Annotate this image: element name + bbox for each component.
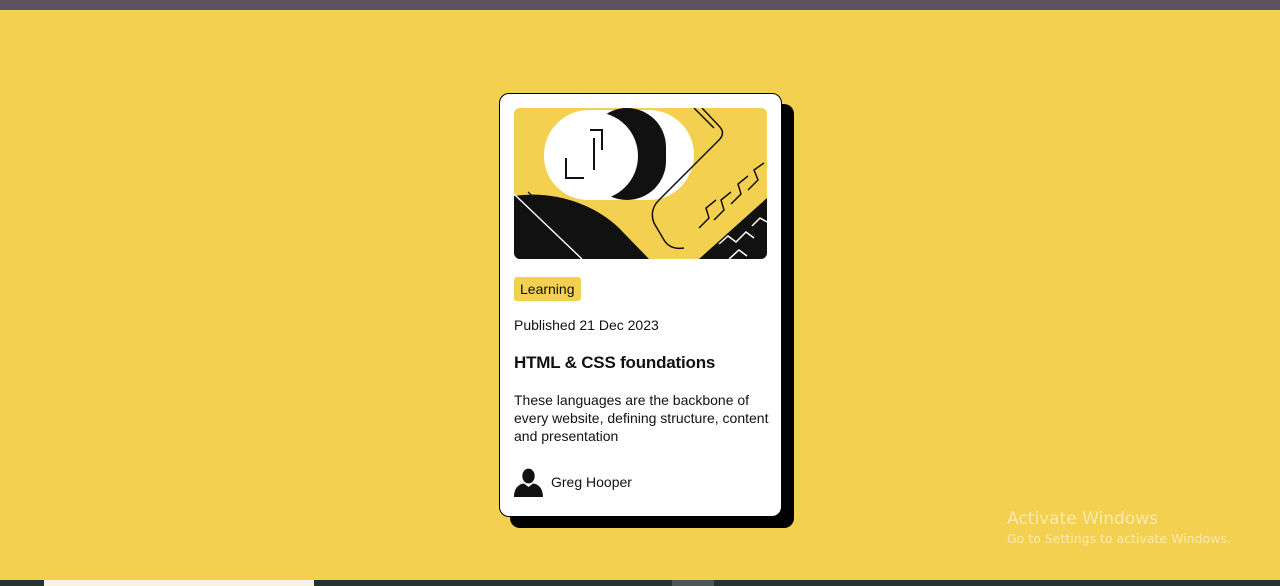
author-name: Greg Hooper: [551, 474, 632, 490]
activate-windows-watermark: Activate Windows Go to Settings to activ…: [1007, 508, 1231, 548]
card-illustration: [514, 108, 767, 259]
category-tag: Learning: [514, 277, 581, 301]
taskbar: [0, 580, 1280, 586]
watermark-title: Activate Windows: [1007, 509, 1158, 529]
browser-top-bar: [0, 0, 1280, 10]
person-silhouette-icon: [514, 468, 543, 497]
author: Greg Hooper: [514, 467, 632, 497]
watermark-subtitle: Go to Settings to activate Windows.: [1007, 531, 1231, 546]
taskbar-window-preview[interactable]: [44, 580, 314, 586]
card-description: These languages are the backbone of ever…: [514, 392, 769, 444]
taskbar-button[interactable]: [672, 580, 714, 586]
blog-preview-card: Learning Published 21 Dec 2023 HTML & CS…: [499, 93, 782, 517]
published-date: Published 21 Dec 2023: [514, 317, 659, 333]
card-title[interactable]: HTML & CSS foundations: [514, 352, 715, 374]
